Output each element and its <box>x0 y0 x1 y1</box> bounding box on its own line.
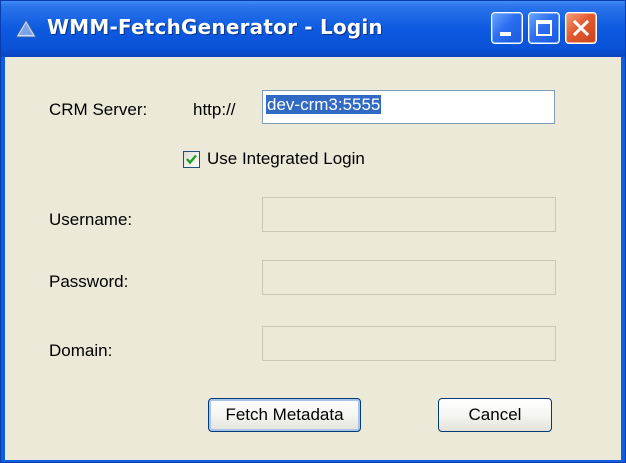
fetch-metadata-button[interactable]: Fetch Metadata <box>208 398 361 432</box>
window-title: WMM-FetchGenerator - Login <box>47 15 383 39</box>
login-window: WMM-FetchGenerator - Login CRM Server: h… <box>0 0 626 463</box>
crm-server-input[interactable]: dev-crm3:5555 <box>262 90 555 124</box>
domain-input[interactable] <box>262 326 556 361</box>
minimize-icon <box>500 32 511 36</box>
username-label: Username: <box>49 210 133 229</box>
password-label: Password: <box>49 272 129 291</box>
minimize-button[interactable] <box>491 12 523 44</box>
protocol-prefix: http:// <box>193 100 236 119</box>
domain-label: Domain: <box>49 341 113 360</box>
title-bar[interactable]: WMM-FetchGenerator - Login <box>1 1 625 57</box>
username-input[interactable] <box>262 197 556 232</box>
maximize-button[interactable] <box>528 12 560 44</box>
use-integrated-login-checkbox[interactable] <box>183 151 200 168</box>
maximize-icon <box>536 20 552 36</box>
crm-server-value: dev-crm3:5555 <box>266 95 382 114</box>
crm-server-label: CRM Server: <box>49 100 148 119</box>
cancel-button[interactable]: Cancel <box>438 398 552 432</box>
app-triangle-icon <box>15 19 37 39</box>
password-input[interactable] <box>262 260 556 295</box>
use-integrated-login-label[interactable]: Use Integrated Login <box>207 149 365 169</box>
close-button[interactable] <box>565 12 597 44</box>
dialog-body: CRM Server: http:// dev-crm3:5555 Use In… <box>5 57 621 460</box>
